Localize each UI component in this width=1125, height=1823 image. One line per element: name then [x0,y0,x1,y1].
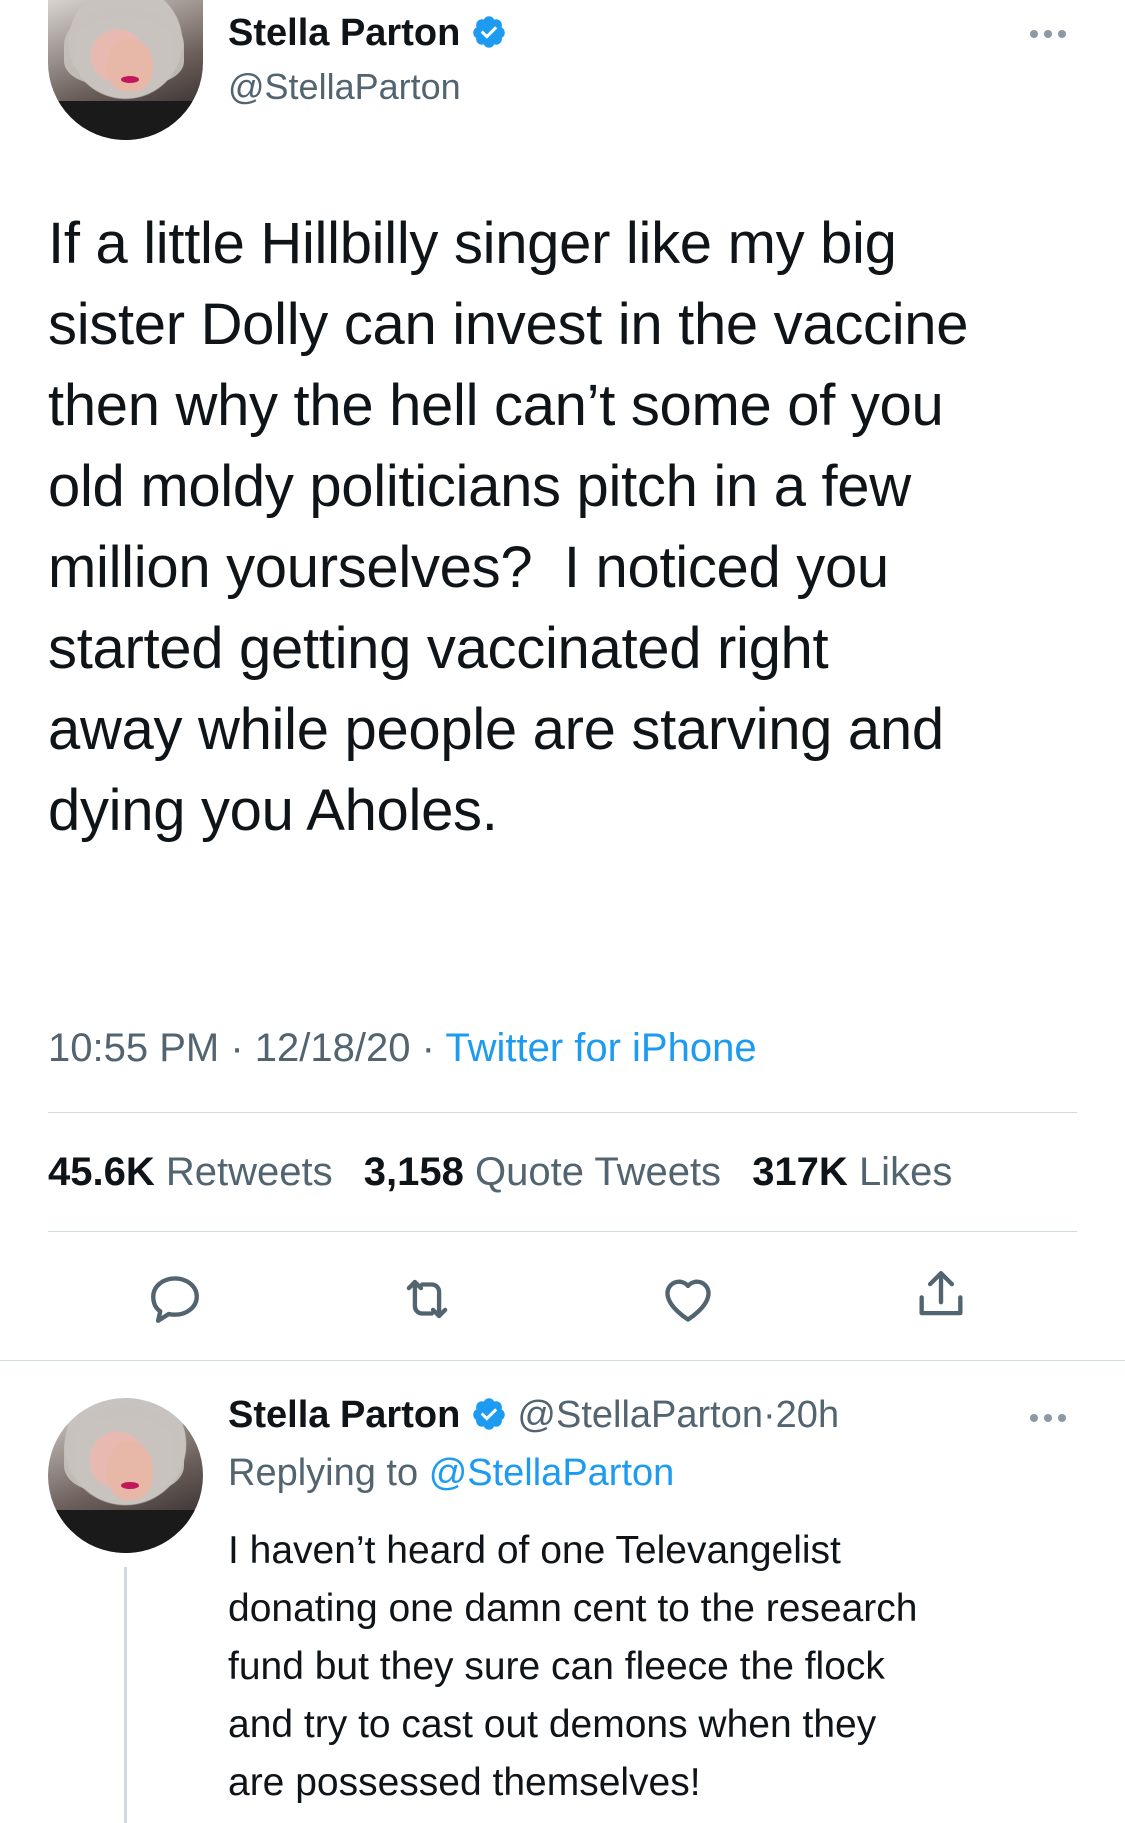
quote-tweets-stat[interactable]: 3,158 Quote Tweets [364,1150,721,1194]
meta-separator: · [230,1026,244,1070]
like-icon[interactable] [659,1270,717,1328]
divider [48,1112,1077,1113]
reply-author-handle[interactable]: @StellaParton [517,1394,763,1436]
reply-icon[interactable] [146,1270,204,1328]
replying-to: Replying to @StellaParton [228,1452,674,1495]
divider [0,1360,1125,1361]
retweet-icon[interactable] [398,1270,456,1328]
meta-separator: · [421,1026,435,1070]
author-name-row[interactable]: Stella Parton [228,12,507,55]
avatar-dress [48,100,203,140]
author-name[interactable]: Stella Parton [228,12,460,54]
share-icon[interactable] [912,1266,970,1324]
avatar-face [106,39,154,93]
likes-stat[interactable]: 317K Likes [752,1150,952,1194]
reply-more-options-icon[interactable] [1030,1414,1066,1422]
avatar-face [106,1441,154,1501]
retweets-stat[interactable]: 45.6K Retweets [48,1150,333,1194]
tweet-source-link[interactable]: Twitter for iPhone [445,1026,756,1070]
tweet-time[interactable]: 10:55 PM [48,1026,219,1070]
verified-badge-icon [473,1398,505,1430]
tweet-meta: 10:55 PM · 12/18/20 · Twitter for iPhone [48,1026,757,1071]
avatar-dress [48,1509,203,1553]
reply-text: I haven’t heard of one Televangelist don… [228,1529,918,1804]
tweet-text: If a little Hillbilly singer like my big… [48,211,969,843]
thread-line [124,1567,127,1823]
engagement-stats: 45.6K Retweets 3,158 Quote Tweets 317K L… [48,1150,952,1195]
divider [48,1231,1077,1232]
avatar[interactable] [48,0,203,140]
meta-separator: · [763,1394,776,1436]
reply-author-name[interactable]: Stella Parton [228,1394,460,1436]
reply-header[interactable]: Stella Parton @StellaParton·20h [228,1394,839,1437]
more-options-icon[interactable] [1030,30,1066,38]
avatar-lips [120,75,140,83]
verified-badge-icon [473,16,505,48]
tweet-date[interactable]: 12/18/20 [255,1026,411,1070]
replying-to-handle-link[interactable]: @StellaParton [429,1452,675,1494]
reply-age[interactable]: 20h [776,1394,839,1436]
reply-avatar[interactable] [48,1398,203,1553]
author-handle[interactable]: @StellaParton [228,66,461,108]
replying-prefix: Replying to [228,1452,419,1494]
